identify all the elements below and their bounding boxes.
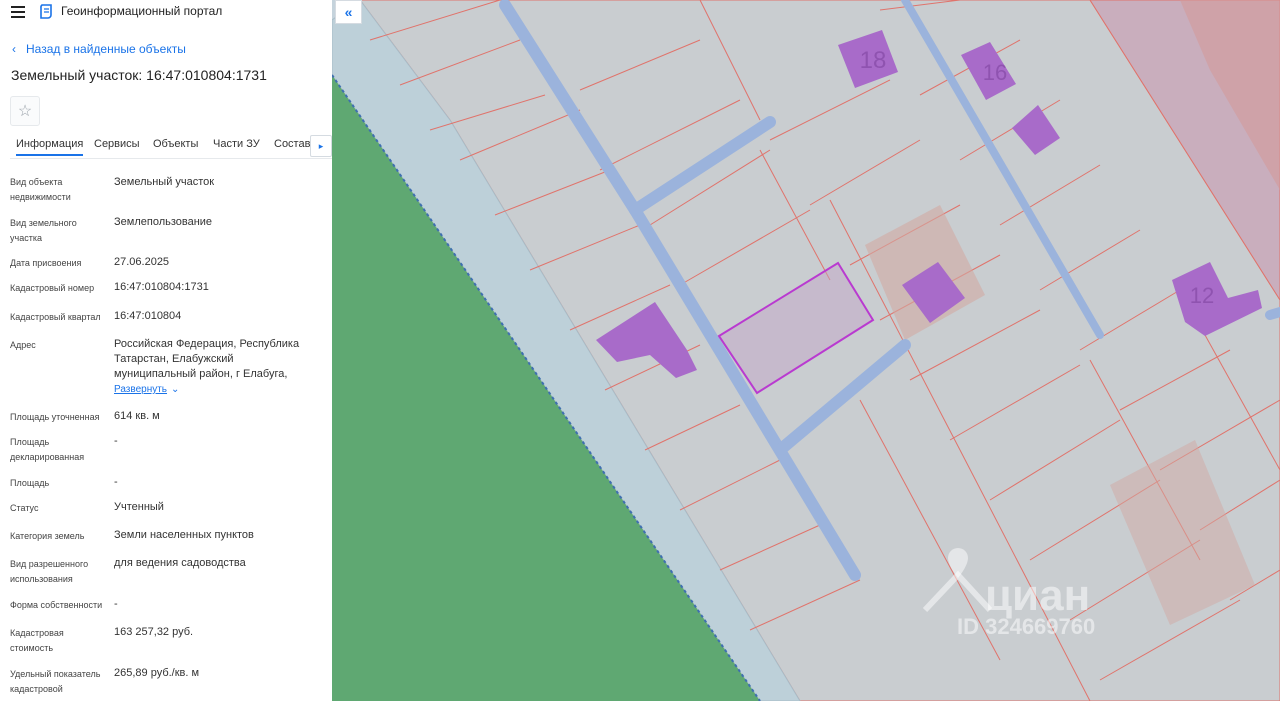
area-label: Площадь (10, 478, 50, 488)
ownership-label: Форма собственности (10, 600, 103, 610)
page-title: Земельный участок: 16:47:010804:1731 (11, 67, 267, 83)
land-type-value: Землепользование (114, 216, 213, 228)
type-value: Земельный участок (114, 176, 215, 188)
watermark-brand: циан (985, 571, 1090, 620)
house-number-16: 16 (983, 60, 1007, 85)
cad-cost-value: 163 257,32 руб. (114, 626, 194, 638)
info-panel: Геоинформационный портал ‹ Назад в найден… (0, 0, 333, 701)
chevron-left-icon: ‹ (12, 42, 16, 56)
double-chevron-left-icon: « (344, 4, 353, 20)
area-declared-value: - (114, 435, 118, 447)
house-number-12: 12 (1190, 283, 1214, 308)
address-label: Адрес (10, 340, 36, 350)
area-specified-value: 614 кв. м (114, 410, 160, 422)
expand-address-link[interactable]: Развернуть (114, 384, 167, 395)
type-label: Вид объекта недвижимости (10, 177, 71, 202)
specific-index-label: Удельный показатель кадастровой (10, 669, 101, 694)
area-specified-label: Площадь уточненная (10, 412, 100, 422)
portal-logo-icon (40, 4, 52, 19)
star-icon: ☆ (17, 103, 33, 120)
category-label: Категория земель (10, 531, 85, 541)
cad-num-label: Кадастровый номер (10, 283, 95, 293)
house-number-18: 18 (860, 47, 887, 74)
permitted-use-label: Вид разрешенного использования (10, 559, 89, 584)
status-label: Статус (10, 503, 39, 513)
address-value: Российская Федерация, Республика Татарст… (114, 338, 300, 380)
date-value: 27.06.2025 (114, 256, 170, 268)
back-to-results-link[interactable]: ‹ Назад в найденные объекты (12, 42, 186, 56)
top-bar: Геоинформационный портал (0, 0, 332, 24)
tab-composition[interactable]: Состав (274, 138, 310, 150)
watermark-id: ID 324669760 (957, 614, 1095, 639)
tabs-scroll-right-button[interactable]: ▸ (310, 135, 332, 157)
tab-bar: Информация Сервисы Объекты Части ЗУ Сост… (10, 135, 332, 159)
cad-quarter-value: 16:47:010804 (114, 310, 182, 322)
cad-cost-label: Кадастровая стоимость (10, 628, 64, 653)
favorite-button[interactable]: ☆ (10, 96, 40, 126)
collapse-panel-button[interactable]: « (335, 0, 362, 24)
caret-right-icon: ▸ (318, 140, 324, 151)
area-value: - (114, 476, 118, 488)
cad-num-value: 16:47:010804:1731 (114, 281, 209, 293)
menu-icon[interactable] (11, 6, 25, 18)
tab-services[interactable]: Сервисы (94, 138, 140, 150)
land-type-label: Вид земельного участка (10, 218, 77, 243)
cad-quarter-label: Кадастровый квартал (10, 312, 101, 322)
status-value: Учтенный (114, 501, 164, 513)
ownership-value: - (114, 598, 118, 610)
tab-objects[interactable]: Объекты (153, 138, 198, 150)
date-label: Дата присвоения (10, 258, 82, 268)
tab-info[interactable]: Информация (16, 138, 84, 156)
specific-index-value: 265,89 руб./кв. м (114, 667, 200, 679)
map-canvas[interactable]: 18 16 12 циан ID 324669760 (332, 0, 1280, 701)
chevron-down-icon[interactable]: ⌄ (171, 384, 179, 395)
app-title: Геоинформационный портал (61, 4, 223, 18)
cadastral-map[interactable]: 18 16 12 циан ID 324669760 (332, 0, 1280, 701)
area-declared-label: Площадь декларированная (10, 437, 85, 462)
permitted-use-value: для ведения садоводства (114, 557, 246, 569)
tab-parts[interactable]: Части ЗУ (213, 138, 260, 150)
back-link-label: Назад в найденные объекты (26, 42, 186, 56)
category-value: Земли населенных пунктов (114, 529, 254, 541)
